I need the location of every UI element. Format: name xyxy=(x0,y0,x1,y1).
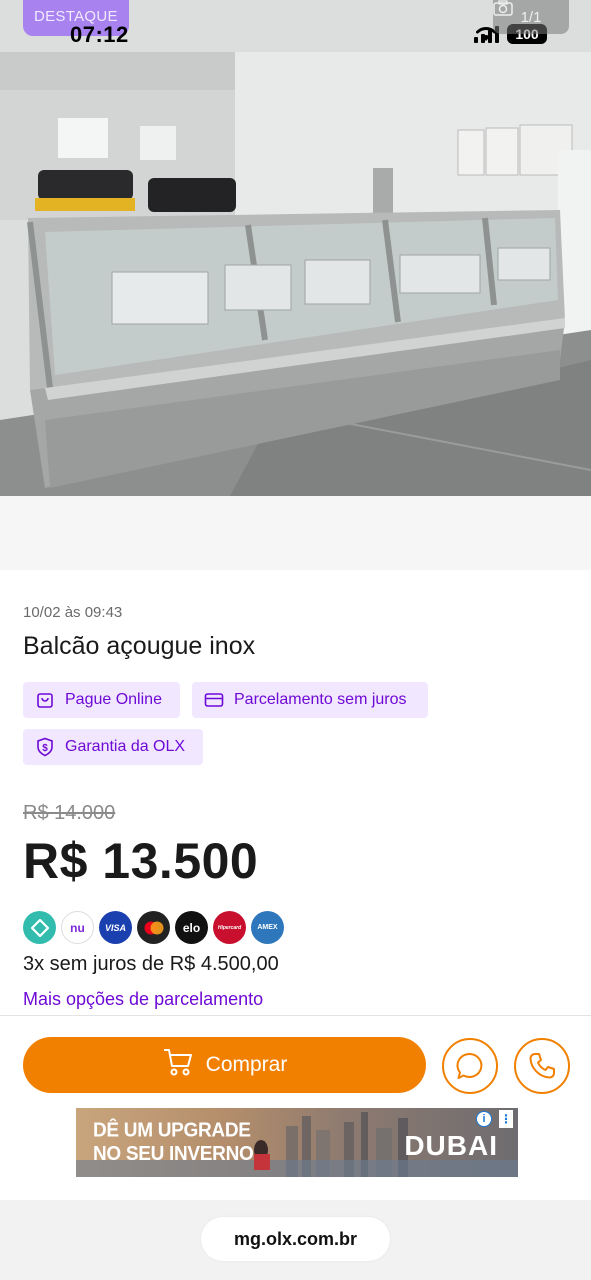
camera-icon xyxy=(493,0,513,16)
ad-headline: DÊ UM UPGRADE NO SEU INVERNO xyxy=(93,1120,254,1166)
ad-headline-line-2: NO SEU INVERNO xyxy=(93,1143,254,1166)
ad-info-icon[interactable]: i xyxy=(476,1111,492,1127)
shopping-bag-icon xyxy=(35,690,55,710)
photo-counter: 1/1 xyxy=(493,0,569,34)
old-price: R$ 14.000 xyxy=(23,802,116,824)
pix-icon xyxy=(23,911,56,944)
listing-title: Balcão açougue inox xyxy=(23,632,256,660)
ad-headline-line-1: DÊ UM UPGRADE xyxy=(93,1119,251,1142)
tag-label: Parcelamento sem juros xyxy=(234,691,407,708)
url-bar[interactable]: mg.olx.com.br xyxy=(201,1217,390,1261)
browser-bottom-bar: mg.olx.com.br xyxy=(0,1200,591,1280)
payment-methods: nu VISA elo Hipercard AMEX xyxy=(23,911,284,944)
mastercard-icon xyxy=(137,911,170,944)
tag-garantia: $ Garantia da OLX xyxy=(23,729,203,765)
nubank-icon: nu xyxy=(61,911,94,944)
elo-icon: elo xyxy=(175,911,208,944)
listing-photo[interactable]: DESTAQUE 07:12 100 1/1 xyxy=(0,0,591,496)
phone-button[interactable] xyxy=(514,1038,570,1094)
status-time: 07:12 xyxy=(70,22,129,47)
buy-button-label: Comprar xyxy=(205,1053,288,1076)
credit-card-icon xyxy=(204,690,224,710)
cart-icon xyxy=(162,1047,194,1083)
photo-counter-text: 1/1 xyxy=(520,8,542,26)
listing-date: 10/02 às 09:43 xyxy=(23,604,123,621)
more-installment-options-link[interactable]: Mais opções de parcelamento xyxy=(23,989,263,1010)
svg-text:$: $ xyxy=(42,743,48,754)
photo-gallery-gap xyxy=(0,496,591,570)
visa-icon: VISA xyxy=(99,911,132,944)
ad-brand: DUBAI xyxy=(404,1130,498,1161)
ad-banner[interactable]: DÊ UM UPGRADE NO SEU INVERNO DUBAI i ⋮ xyxy=(76,1108,518,1177)
buy-button[interactable]: Comprar xyxy=(23,1037,426,1093)
amex-icon: AMEX xyxy=(251,911,284,944)
chat-icon xyxy=(456,1052,483,1079)
product-photo-image xyxy=(0,0,591,496)
tag-pague-online: Pague Online xyxy=(23,682,180,718)
divider xyxy=(0,1015,591,1016)
installments-text: 3x sem juros de R$ 4.500,00 xyxy=(23,953,279,975)
tag-parcelamento: Parcelamento sem juros xyxy=(192,682,428,718)
chat-button[interactable] xyxy=(442,1038,498,1094)
ad-menu-icon[interactable]: ⋮ xyxy=(499,1110,513,1128)
price: R$ 13.500 xyxy=(23,833,259,889)
tag-label: Pague Online xyxy=(65,691,162,708)
phone-icon xyxy=(529,1053,555,1079)
shield-dollar-icon: $ xyxy=(35,737,55,757)
hipercard-icon: Hipercard xyxy=(213,911,246,944)
tag-label: Garantia da OLX xyxy=(65,738,186,755)
